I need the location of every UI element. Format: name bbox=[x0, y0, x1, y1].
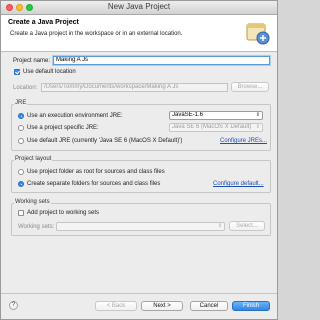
wizard-header: Create a Java Project Create a Java proj… bbox=[1, 15, 277, 52]
back-button[interactable]: < Back bbox=[95, 301, 137, 311]
chevron-updown-icon: ⇕ bbox=[255, 112, 260, 118]
window-title: New Java Project bbox=[107, 2, 171, 11]
project-layout-group-title: Project layout bbox=[14, 156, 53, 162]
configure-default-link[interactable]: Configure default... bbox=[213, 181, 264, 187]
project-specific-jre-value: Java SE 6 (MacOS X Default) bbox=[172, 124, 252, 130]
location-label: Location: bbox=[13, 85, 38, 91]
java-project-wizard-icon bbox=[246, 23, 270, 45]
finish-button[interactable]: Finish bbox=[232, 301, 270, 311]
help-button[interactable]: ? bbox=[9, 301, 18, 310]
cancel-button[interactable]: Cancel bbox=[190, 301, 228, 311]
jre-project-specific-radio[interactable] bbox=[18, 125, 24, 131]
title-bar: New Java Project bbox=[1, 1, 277, 15]
configure-jres-link[interactable]: Configure JREs... bbox=[220, 138, 267, 144]
project-name-input[interactable]: Making A Js bbox=[53, 56, 270, 65]
project-specific-jre-select[interactable]: Java SE 6 (MacOS X Default) ⇕ bbox=[169, 123, 263, 132]
wizard-title: Create a Java Project bbox=[8, 19, 79, 26]
jre-default-label: Use default JRE (currently 'Java SE 6 (M… bbox=[27, 138, 183, 144]
add-to-working-sets-label: Add project to working sets bbox=[27, 210, 100, 216]
project-layout-group bbox=[11, 160, 271, 193]
layout-root-folder-label: Use project folder as root for sources a… bbox=[27, 169, 165, 175]
browse-button[interactable]: Browse... bbox=[231, 82, 269, 92]
use-default-location-label: Use default location bbox=[23, 69, 76, 75]
footer-divider bbox=[1, 293, 277, 294]
chevron-updown-icon: ⇕ bbox=[217, 223, 222, 229]
wizard-description: Create a Java project in the workspace o… bbox=[10, 31, 183, 37]
execution-env-select[interactable]: JavaSE-1.6 ⇕ bbox=[169, 111, 263, 120]
working-sets-group-title: Working sets bbox=[14, 199, 51, 205]
working-sets-label: Working sets: bbox=[18, 224, 55, 230]
project-name-label: Project name: bbox=[13, 58, 51, 64]
next-button[interactable]: Next > bbox=[141, 301, 183, 311]
location-input[interactable]: /Users/Tommy/Documents/workspace/Making … bbox=[41, 83, 228, 92]
jre-execution-env-label: Use an execution environment JRE: bbox=[27, 113, 123, 119]
chevron-updown-icon: ⇕ bbox=[255, 124, 260, 130]
working-sets-group bbox=[11, 203, 271, 236]
new-java-project-dialog: New Java Project Create a Java Project C… bbox=[0, 0, 278, 320]
layout-separate-folders-label: Create separate folders for sources and … bbox=[27, 181, 161, 187]
use-default-location-checkbox[interactable] bbox=[14, 69, 20, 75]
jre-group-title: JRE bbox=[14, 100, 28, 106]
jre-project-specific-label: Use a project specific JRE: bbox=[27, 125, 99, 131]
execution-env-value: JavaSE-1.6 bbox=[172, 112, 204, 118]
add-to-working-sets-checkbox[interactable] bbox=[18, 210, 24, 216]
layout-separate-folders-radio[interactable] bbox=[18, 181, 24, 187]
working-sets-select[interactable]: ⇕ bbox=[56, 222, 225, 231]
layout-root-folder-radio[interactable] bbox=[18, 169, 24, 175]
select-working-sets-button[interactable]: Select... bbox=[229, 221, 265, 231]
jre-default-radio[interactable] bbox=[18, 138, 24, 144]
jre-execution-env-radio[interactable] bbox=[18, 113, 24, 119]
